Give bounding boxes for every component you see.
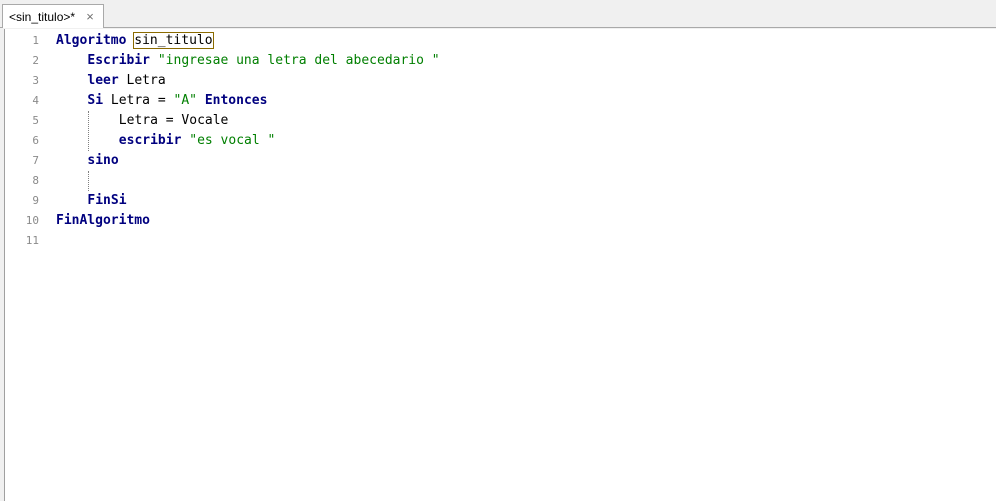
code-line[interactable]: sino — [87, 151, 118, 171]
line-number: 2 — [32, 54, 39, 67]
code-editor[interactable]: 1 2 3 4 5 6 7 8 9 10 11 Algoritmo sin_titulo Escrib… — [4, 29, 996, 501]
indent-guide — [88, 111, 90, 151]
tab-bar: <sin_titulo>* × — [0, 0, 996, 28]
identifier-token: Letra = — [110, 93, 174, 108]
keyword-token: Entonces — [204, 93, 268, 108]
string-token: "A" — [173, 93, 197, 108]
tab-title: <sin_titulo>* — [9, 9, 76, 24]
line-number-gutter: 1 2 3 4 5 6 7 8 9 10 11 — [5, 29, 43, 501]
keyword-token: leer — [87, 73, 119, 88]
line-number: 5 — [32, 114, 39, 127]
keyword-token: sino — [87, 153, 119, 168]
line-number: 3 — [32, 74, 39, 87]
line-number: 10 — [25, 214, 39, 227]
line-number: 4 — [32, 94, 39, 107]
code-line[interactable]: leer Letra — [87, 71, 165, 91]
keyword-token: Escribir — [87, 53, 151, 68]
code-line[interactable]: Si Letra = "A" Entonces — [87, 91, 267, 111]
identifier-token: Letra = Vocale — [118, 113, 229, 128]
code-line[interactable]: Letra = Vocale — [119, 111, 229, 131]
tab-sin-titulo[interactable]: <sin_titulo>* × — [2, 4, 105, 28]
keyword-token: FinAlgoritmo — [56, 213, 150, 228]
keyword-token: Algoritmo — [56, 33, 127, 48]
string-token: "ingresae una letra del abecedario " — [157, 53, 440, 68]
line-number: 6 — [32, 134, 39, 147]
code-line[interactable]: FinAlgoritmo — [56, 211, 150, 231]
code-line[interactable]: Escribir "ingresae una letra del abeceda… — [87, 51, 439, 71]
code-area[interactable]: Algoritmo sin_titulo Escribir "ingresae u… — [56, 29, 996, 501]
code-line[interactable]: escribir "es vocal " — [119, 131, 276, 151]
line-number: 8 — [32, 174, 39, 187]
keyword-token: Si — [87, 93, 104, 108]
line-number: 1 — [32, 34, 39, 47]
code-line[interactable]: FinSi — [87, 191, 126, 211]
line-number: 9 — [32, 194, 39, 207]
identifier-token: Letra — [126, 73, 166, 88]
close-icon[interactable]: × — [83, 10, 97, 24]
string-token: "es vocal " — [189, 133, 276, 148]
highlighted-identifier: sin_titulo — [133, 32, 214, 49]
indent-guide — [88, 171, 90, 191]
line-number: 11 — [25, 234, 39, 247]
line-number: 7 — [32, 154, 39, 167]
code-line[interactable]: Algoritmo sin_titulo — [56, 31, 214, 51]
keyword-token: escribir — [118, 133, 182, 148]
keyword-token: FinSi — [87, 193, 127, 208]
